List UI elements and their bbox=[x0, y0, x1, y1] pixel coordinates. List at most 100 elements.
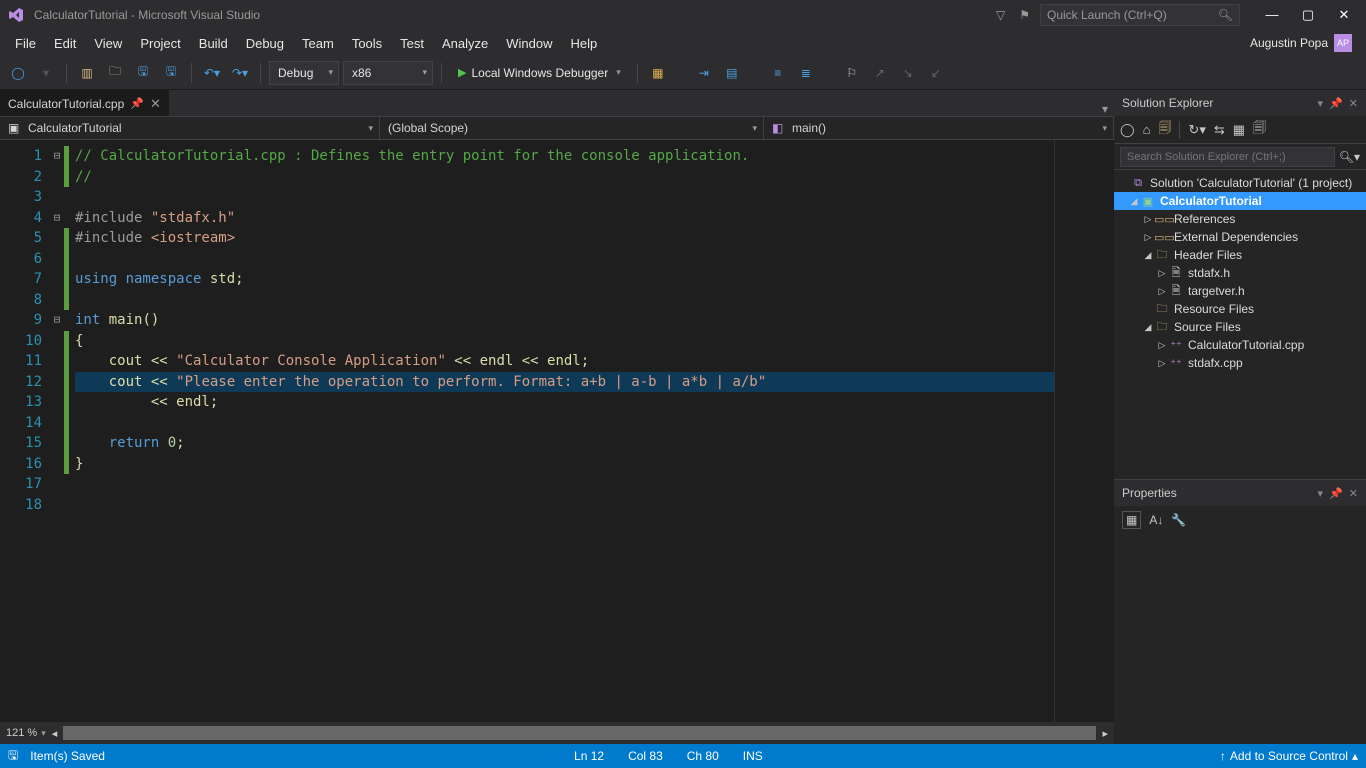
scroll-left-icon[interactable]: ◂ bbox=[52, 727, 58, 740]
code-editor[interactable]: 123456789101112131415161718 ⊟⊟⊟ // Calcu… bbox=[0, 140, 1114, 722]
notification-icon[interactable]: ▽ bbox=[996, 8, 1005, 22]
panel-menu-icon[interactable]: ▾ bbox=[1318, 487, 1324, 500]
toolbar-icon-6[interactable]: ↗ bbox=[868, 61, 892, 85]
solution-tree[interactable]: ⧉Solution 'CalculatorTutorial' (1 projec… bbox=[1114, 170, 1366, 479]
tab-close-icon[interactable]: ✕ bbox=[150, 96, 161, 112]
panel-close-icon[interactable]: ✕ bbox=[1349, 487, 1358, 500]
toolbar-icon-5[interactable]: ≣ bbox=[794, 61, 818, 85]
user-name: Augustin Popa bbox=[1250, 36, 1328, 50]
menu-window[interactable]: Window bbox=[497, 33, 561, 54]
nav-back-button[interactable]: ◯ bbox=[6, 61, 30, 85]
solution-explorer-search[interactable]: 🔍︎▾ bbox=[1114, 144, 1366, 170]
menu-help[interactable]: Help bbox=[562, 33, 607, 54]
file-tab[interactable]: CalculatorTutorial.cpp 📌 ✕ bbox=[0, 90, 169, 116]
configuration-select[interactable]: Debug bbox=[269, 61, 339, 85]
horizontal-scrollbar[interactable] bbox=[63, 726, 1096, 740]
nav-project-select[interactable]: ▣ CalculatorTutorial bbox=[0, 116, 380, 140]
tabstrip-overflow-icon[interactable]: ▾ bbox=[1102, 102, 1108, 116]
toolbar-icon-8[interactable]: ↙ bbox=[924, 61, 948, 85]
nav-fwd-button[interactable]: ▾ bbox=[34, 61, 58, 85]
pin-icon[interactable]: 📌 bbox=[130, 97, 144, 110]
file-stdafx-h[interactable]: ▷🗎stdafx.h bbox=[1114, 264, 1366, 282]
nav-member-select[interactable]: ◧ main() bbox=[764, 116, 1114, 140]
start-debugger-button[interactable]: ▶ Local Windows Debugger ▾ bbox=[450, 61, 629, 85]
new-project-button[interactable]: ▥ bbox=[75, 61, 99, 85]
play-icon: ▶ bbox=[458, 66, 466, 79]
panel-pin-icon[interactable]: 📌 bbox=[1329, 487, 1343, 500]
nav-scope-select[interactable]: (Global Scope) bbox=[380, 116, 764, 140]
source-files-node[interactable]: ◢🗀Source Files bbox=[1114, 318, 1366, 336]
header-files-node[interactable]: ◢🗀Header Files bbox=[1114, 246, 1366, 264]
undo-button[interactable]: ↶▾ bbox=[200, 61, 224, 85]
quick-launch-placeholder: Quick Launch (Ctrl+Q) bbox=[1047, 8, 1167, 22]
maximize-button[interactable]: ▢ bbox=[1294, 7, 1322, 23]
se-collapse-icon[interactable]: ⇆ bbox=[1214, 122, 1225, 138]
se-home-icon[interactable]: ⌂ bbox=[1143, 122, 1151, 137]
menu-project[interactable]: Project bbox=[131, 33, 189, 54]
properties-header[interactable]: Properties ▾ 📌 ✕ bbox=[1114, 480, 1366, 506]
menu-test[interactable]: Test bbox=[391, 33, 433, 54]
toolbar-icon-3[interactable]: ▤ bbox=[720, 61, 744, 85]
toolbar-icon-7[interactable]: ↘ bbox=[896, 61, 920, 85]
external-deps-node[interactable]: ▷▭▭External Dependencies bbox=[1114, 228, 1366, 246]
save-all-button[interactable]: 🖫 bbox=[159, 61, 183, 85]
user-badge[interactable]: Augustin Popa AP bbox=[1250, 34, 1360, 52]
status-line: Ln 12 bbox=[562, 749, 616, 763]
bookmark-icon[interactable]: ⚐ bbox=[840, 61, 864, 85]
alphabetical-icon[interactable]: A↓ bbox=[1149, 513, 1163, 527]
references-node[interactable]: ▷▭▭References bbox=[1114, 210, 1366, 228]
se-back-icon[interactable]: ◯ bbox=[1120, 122, 1135, 138]
resource-files-node[interactable]: 🗀Resource Files bbox=[1114, 300, 1366, 318]
window-title: CalculatorTutorial - Microsoft Visual St… bbox=[34, 8, 260, 22]
open-file-button[interactable]: 🗀 bbox=[103, 61, 127, 85]
menu-edit[interactable]: Edit bbox=[45, 33, 85, 54]
wrench-icon[interactable]: 🔧 bbox=[1171, 513, 1186, 527]
menubar: FileEditViewProjectBuildDebugTeamToolsTe… bbox=[0, 30, 1366, 56]
close-button[interactable]: ✕ bbox=[1330, 7, 1358, 23]
menu-view[interactable]: View bbox=[85, 33, 131, 54]
panel-close-icon[interactable]: ✕ bbox=[1349, 97, 1358, 110]
file-targetver-h[interactable]: ▷🗎targetver.h bbox=[1114, 282, 1366, 300]
file-stdafx-cpp[interactable]: ▷⁺⁺stdafx.cpp bbox=[1114, 354, 1366, 372]
publish-icon: ↑ bbox=[1220, 749, 1226, 763]
vs-logo-icon bbox=[8, 7, 24, 23]
se-sync-icon[interactable]: 🗐 bbox=[1158, 119, 1171, 141]
solution-explorer-header[interactable]: Solution Explorer ▾ 📌 ✕ bbox=[1114, 90, 1366, 116]
categorized-icon[interactable]: ▦ bbox=[1122, 511, 1141, 529]
redo-button[interactable]: ↷▾ bbox=[228, 61, 252, 85]
menu-team[interactable]: Team bbox=[293, 33, 343, 54]
solution-node[interactable]: ⧉Solution 'CalculatorTutorial' (1 projec… bbox=[1114, 174, 1366, 192]
minimize-button[interactable]: ― bbox=[1258, 7, 1286, 23]
menu-tools[interactable]: Tools bbox=[343, 33, 391, 54]
right-panel: Solution Explorer ▾ 📌 ✕ ◯ ⌂ 🗐 ↻▾ ⇆ ▦ 🗐 🔍… bbox=[1114, 90, 1366, 744]
window-controls: ― ▢ ✕ bbox=[1258, 7, 1358, 23]
toolbar-icon-4[interactable]: ≡ bbox=[766, 61, 790, 85]
zoom-level[interactable]: 121 % bbox=[6, 727, 37, 739]
file-calculatortutorial-cpp[interactable]: ▷⁺⁺CalculatorTutorial.cpp bbox=[1114, 336, 1366, 354]
minimap[interactable] bbox=[1054, 140, 1114, 722]
search-icon[interactable]: 🔍︎▾ bbox=[1339, 150, 1360, 164]
source-control-button[interactable]: ↑ Add to Source Control ▴ bbox=[1220, 749, 1358, 763]
se-search-input[interactable] bbox=[1120, 147, 1335, 167]
menu-debug[interactable]: Debug bbox=[237, 33, 293, 54]
se-refresh-icon[interactable]: ↻▾ bbox=[1188, 122, 1205, 138]
menu-file[interactable]: File bbox=[6, 33, 45, 54]
titlebar: CalculatorTutorial - Microsoft Visual St… bbox=[0, 0, 1366, 30]
panel-menu-icon[interactable]: ▾ bbox=[1318, 97, 1324, 110]
save-status-icon: 🖫 bbox=[8, 746, 18, 767]
se-properties-icon[interactable]: 🗐 bbox=[1253, 119, 1266, 141]
toolbar-icon-1[interactable]: ▦ bbox=[646, 61, 670, 85]
platform-select[interactable]: x86 bbox=[343, 61, 433, 85]
project-node[interactable]: ◢▣CalculatorTutorial bbox=[1114, 192, 1366, 210]
properties-panel: Properties ▾ 📌 ✕ ▦ A↓ 🔧 bbox=[1114, 479, 1366, 744]
menu-build[interactable]: Build bbox=[190, 33, 237, 54]
scroll-right-icon[interactable]: ▸ bbox=[1102, 727, 1108, 740]
feedback-icon[interactable]: ⚑ bbox=[1019, 8, 1030, 22]
toolbar-icon-2[interactable]: ⇥ bbox=[692, 61, 716, 85]
panel-pin-icon[interactable]: 📌 bbox=[1329, 97, 1343, 110]
menu-analyze[interactable]: Analyze bbox=[433, 33, 497, 54]
se-showall-icon[interactable]: ▦ bbox=[1233, 122, 1245, 138]
solution-explorer-toolbar: ◯ ⌂ 🗐 ↻▾ ⇆ ▦ 🗐 bbox=[1114, 116, 1366, 144]
save-button[interactable]: 🖫 bbox=[131, 61, 155, 85]
quick-launch-input[interactable]: Quick Launch (Ctrl+Q) 🔍︎ bbox=[1040, 4, 1240, 26]
